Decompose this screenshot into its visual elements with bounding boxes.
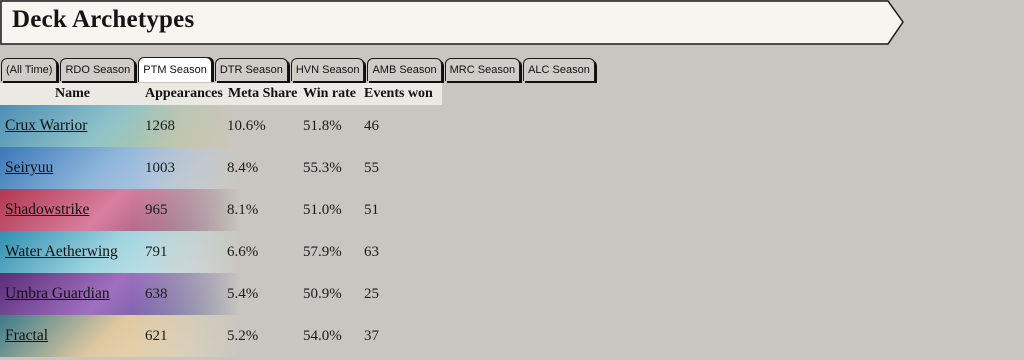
events_won-cell: 55 <box>364 160 424 177</box>
appearances-value: 791 <box>145 243 168 260</box>
meta-share-value: 5.4% <box>227 285 259 302</box>
name-cell: Fractal <box>0 327 145 345</box>
win-rate-value: 50.9% <box>303 285 342 302</box>
win_rate-cell: 54.0% <box>303 328 364 345</box>
archetype-name-link[interactable]: Shadowstrike <box>5 201 89 218</box>
meta-share-value: 10.6% <box>227 117 266 134</box>
column-header-appearances[interactable]: Appearances <box>145 83 228 105</box>
meta-share-value: 6.6% <box>227 243 259 260</box>
events_won-cell: 51 <box>364 202 424 219</box>
column-header-meta-share[interactable]: Meta Share <box>228 83 303 105</box>
win-rate-value: 51.0% <box>303 201 342 218</box>
win_rate-cell: 55.3% <box>303 160 364 177</box>
column-header-win-rate[interactable]: Win rate <box>303 83 364 105</box>
tab-mrc-season[interactable]: MRC Season <box>444 58 521 81</box>
archetype-name-link[interactable]: Umbra Guardian <box>5 285 110 302</box>
events-won-value: 55 <box>364 159 379 176</box>
season-tabs: (All Time) RDO Season PTM Season DTR Season… <box>1 57 595 83</box>
archetype-name-link[interactable]: Crux Warrior <box>5 117 87 134</box>
appearances-value: 638 <box>145 285 168 302</box>
meta-share-value: 5.2% <box>227 327 259 344</box>
win_rate-cell: 50.9% <box>303 286 364 303</box>
appearances-cell: 965 <box>145 202 227 219</box>
meta_share-cell: 8.4% <box>227 160 303 177</box>
events-won-value: 25 <box>364 285 379 302</box>
table-row: Fractal 621 5.2% 54.0% 37 <box>0 315 442 357</box>
tab-amb-season[interactable]: AMB Season <box>367 58 442 81</box>
appearances-value: 621 <box>145 327 168 344</box>
appearances-value: 1268 <box>145 117 175 134</box>
meta-share-value: 8.4% <box>227 159 259 176</box>
appearances-cell: 1268 <box>145 118 227 135</box>
meta_share-cell: 6.6% <box>227 244 303 261</box>
table-row: Shadowstrike 965 8.1% 51.0% 51 <box>0 189 442 231</box>
win_rate-cell: 51.0% <box>303 202 364 219</box>
events-won-value: 51 <box>364 201 379 218</box>
meta_share-cell: 5.2% <box>227 328 303 345</box>
win-rate-value: 51.8% <box>303 117 342 134</box>
win-rate-value: 55.3% <box>303 159 342 176</box>
win_rate-cell: 51.8% <box>303 118 364 135</box>
events-won-value: 37 <box>364 327 379 344</box>
name-cell: Crux Warrior <box>0 117 145 135</box>
events_won-cell: 46 <box>364 118 424 135</box>
archetype-name-link[interactable]: Fractal <box>5 327 48 344</box>
events_won-cell: 63 <box>364 244 424 261</box>
page-title-banner: Deck Archetypes <box>0 0 905 45</box>
win_rate-cell: 57.9% <box>303 244 364 261</box>
name-cell: Seiryuu <box>0 159 145 177</box>
table-row: Crux Warrior 1268 10.6% 51.8% 46 <box>0 105 442 147</box>
win-rate-value: 54.0% <box>303 327 342 344</box>
archetype-name-link[interactable]: Seiryuu <box>5 159 53 176</box>
appearances-value: 965 <box>145 201 168 218</box>
table-row: Water Aetherwing 791 6.6% 57.9% 63 <box>0 231 442 273</box>
archetype-name-link[interactable]: Water Aetherwing <box>5 243 118 260</box>
events-won-value: 63 <box>364 243 379 260</box>
tab-dtr-season[interactable]: DTR Season <box>214 58 288 81</box>
events-won-value: 46 <box>364 117 379 134</box>
tab-hvn-season[interactable]: HVN Season <box>290 58 365 81</box>
table-row: Seiryuu 1003 8.4% 55.3% 55 <box>0 147 442 189</box>
appearances-value: 1003 <box>145 159 175 176</box>
table-row: Umbra Guardian 638 5.4% 50.9% 25 <box>0 273 442 315</box>
appearances-cell: 621 <box>145 328 227 345</box>
appearances-cell: 791 <box>145 244 227 261</box>
events_won-cell: 37 <box>364 328 424 345</box>
name-cell: Water Aetherwing <box>0 243 145 261</box>
table-body: Crux Warrior 1268 10.6% 51.8% 46 Seiryuu 1003 8… <box>0 105 442 357</box>
meta_share-cell: 8.1% <box>227 202 303 219</box>
tab-all-time[interactable]: (All Time) <box>1 58 58 81</box>
table-header: Name Appearances Meta Share Win rate Eve… <box>0 83 442 105</box>
meta-share-value: 8.1% <box>227 201 259 218</box>
tab-ptm-season[interactable]: PTM Season <box>138 57 212 82</box>
page-title: Deck Archetypes <box>12 6 195 33</box>
column-header-name[interactable]: Name <box>0 83 145 105</box>
win-rate-value: 57.9% <box>303 243 342 260</box>
meta_share-cell: 10.6% <box>227 118 303 135</box>
name-cell: Shadowstrike <box>0 201 145 219</box>
archetype-table: Name Appearances Meta Share Win rate Eve… <box>0 83 442 357</box>
name-cell: Umbra Guardian <box>0 285 145 303</box>
column-header-events-won[interactable]: Events won <box>364 83 442 105</box>
tab-alc-season[interactable]: ALC Season <box>523 58 595 81</box>
meta_share-cell: 5.4% <box>227 286 303 303</box>
tab-rdo-season[interactable]: RDO Season <box>60 58 136 81</box>
appearances-cell: 638 <box>145 286 227 303</box>
appearances-cell: 1003 <box>145 160 227 177</box>
events_won-cell: 25 <box>364 286 424 303</box>
